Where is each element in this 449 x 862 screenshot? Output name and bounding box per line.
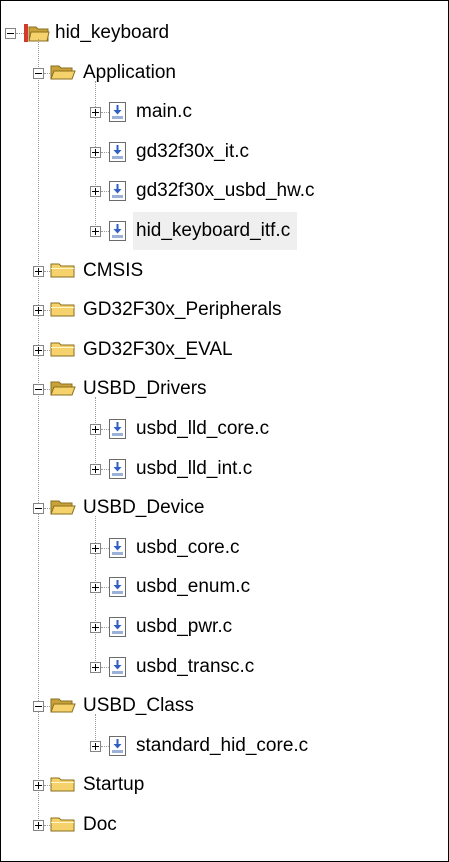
file-expand-toggle[interactable] (90, 661, 101, 673)
folder-label[interactable]: Startup (83, 766, 144, 804)
source-file-icon (108, 616, 128, 643)
folder-expand-toggle[interactable] (33, 344, 44, 356)
folder-expand-toggle[interactable] (33, 265, 44, 277)
file-label[interactable]: hid_keyboard_itf.c (133, 212, 298, 250)
folder-collapse-toggle[interactable] (33, 701, 44, 713)
file-label[interactable]: main.c (136, 93, 192, 131)
file-label[interactable]: gd32f30x_usbd_hw.c (136, 172, 315, 210)
folder-label[interactable]: USBD_Device (83, 489, 204, 527)
folder-icon (50, 814, 76, 839)
file-label[interactable]: usbd_lld_int.c (136, 450, 252, 488)
folder-label[interactable]: USBD_Class (83, 687, 194, 725)
folder-open-icon (50, 62, 76, 87)
tree-file-row[interactable] (0, 93, 440, 131)
folder-label[interactable]: GD32F30x_EVAL (83, 331, 233, 369)
file-label[interactable]: gd32f30x_it.c (136, 133, 249, 171)
folder-icon (50, 299, 76, 324)
file-label[interactable]: usbd_transc.c (136, 648, 254, 686)
folder-label[interactable]: USBD_Drivers (83, 370, 207, 408)
file-expand-toggle[interactable] (90, 186, 101, 198)
file-expand-toggle[interactable] (90, 622, 101, 633)
source-file-icon (108, 458, 128, 485)
file-label[interactable]: usbd_core.c (136, 529, 240, 567)
source-file-icon (108, 141, 128, 168)
folder-icon (50, 260, 76, 285)
source-file-icon (108, 418, 128, 445)
folder-open-icon (50, 378, 76, 403)
folder-label[interactable]: Application (83, 54, 176, 92)
source-file-icon (108, 220, 128, 247)
file-expand-toggle[interactable] (90, 226, 101, 237)
folder-collapse-toggle[interactable] (33, 503, 44, 515)
file-expand-toggle[interactable] (90, 740, 101, 752)
folder-collapse-toggle[interactable] (33, 67, 44, 79)
folder-label[interactable]: Doc (83, 806, 117, 844)
file-label[interactable]: usbd_enum.c (136, 568, 250, 606)
folder-expand-toggle[interactable] (33, 305, 44, 317)
project-root-icon (22, 22, 50, 49)
project-tree: hid_keyboard Application main.c gd32f30x_it… (0, 0, 449, 862)
file-expand-toggle[interactable] (90, 463, 101, 475)
folder-collapse-toggle[interactable] (33, 384, 44, 396)
file-label[interactable]: usbd_lld_core.c (136, 410, 269, 448)
file-expand-toggle[interactable] (90, 542, 101, 554)
folder-open-icon (50, 497, 76, 522)
folder-label[interactable]: GD32F30x_Peripherals (83, 291, 282, 329)
root-collapse-toggle[interactable] (5, 28, 16, 39)
folder-expand-toggle[interactable] (33, 780, 44, 792)
file-expand-toggle[interactable] (90, 424, 101, 435)
file-expand-toggle[interactable] (90, 582, 101, 594)
source-file-icon (108, 537, 128, 564)
file-label[interactable]: standard_hid_core.c (136, 727, 308, 765)
source-file-icon (108, 576, 128, 603)
folder-open-icon (50, 695, 76, 720)
file-expand-toggle[interactable] (90, 107, 101, 119)
source-file-icon (108, 180, 128, 207)
folder-expand-toggle[interactable] (33, 820, 44, 831)
source-file-icon (108, 101, 128, 128)
source-file-icon (108, 735, 128, 762)
folder-label[interactable]: CMSIS (83, 252, 143, 290)
folder-icon (50, 339, 76, 364)
file-label[interactable]: usbd_pwr.c (136, 608, 232, 646)
folder-icon (50, 774, 76, 799)
file-expand-toggle[interactable] (90, 146, 101, 158)
source-file-icon (108, 656, 128, 683)
tree-root-label[interactable]: hid_keyboard (55, 14, 169, 52)
